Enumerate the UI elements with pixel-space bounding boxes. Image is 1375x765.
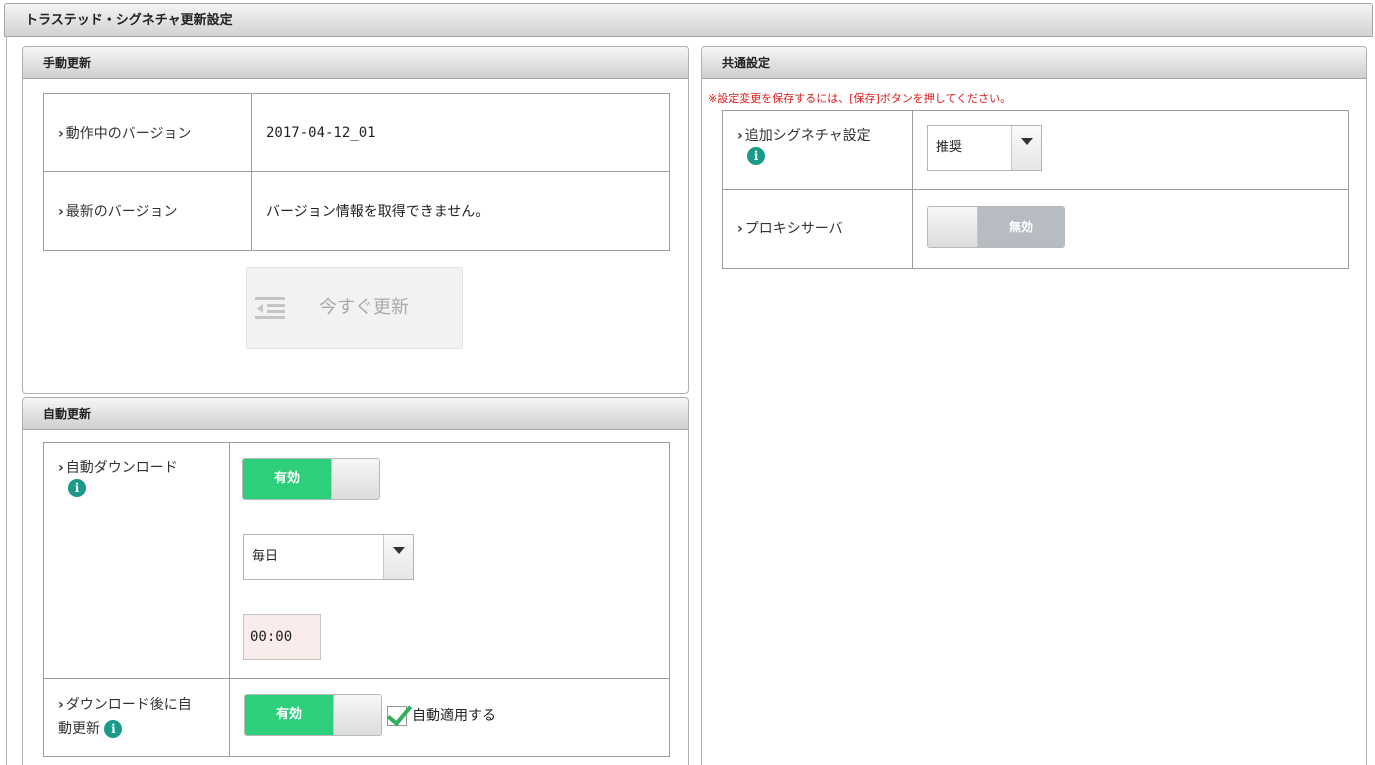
info-icon[interactable]: i xyxy=(747,147,765,165)
window-title: トラステッド・シグネチャ更新設定 xyxy=(25,13,233,28)
additional-signature-label: 追加シグネチャ設定 xyxy=(744,128,871,144)
auto-download-toggle-on-label: 有効 xyxy=(243,459,331,499)
table-row: › 最新のバージョン バージョン情報を取得できません。 xyxy=(43,171,670,251)
list-indent-icon xyxy=(255,297,285,319)
auto-apply-label-cell: › ダウンロード後に自 動更新 i xyxy=(43,678,230,757)
latest-version-value-cell: バージョン情報を取得できません。 xyxy=(251,171,670,251)
proxy-label-cell: › プロキシサーバ xyxy=(722,189,913,269)
auto-download-label-cell: › 自動ダウンロード i xyxy=(43,442,230,679)
save-note: ※設定変更を保存するには、[保存]ボタンを押してください。 xyxy=(708,92,1012,105)
window-title-bar: トラステッド・シグネチャ更新設定 xyxy=(4,3,1373,37)
chevron-right-icon: › xyxy=(737,128,743,144)
version-table: › 動作中のバージョン 2017-04-12_01 › 最新のバージョン バージョン… xyxy=(43,93,670,251)
toggle-knob xyxy=(928,207,978,247)
chevron-right-icon: › xyxy=(737,221,743,237)
proxy-toggle[interactable]: 無効 xyxy=(927,206,1065,248)
frequency-select[interactable]: 毎日 xyxy=(243,534,414,580)
signature-level-select[interactable]: 推奨 xyxy=(927,125,1042,171)
latest-version-label: 最新のバージョン xyxy=(65,204,178,220)
update-now-button[interactable]: 今すぐ更新 xyxy=(246,267,463,349)
chevron-down-icon xyxy=(1011,126,1041,170)
info-icon[interactable]: i xyxy=(104,720,123,738)
frequency-select-value: 毎日 xyxy=(252,549,279,564)
signature-level-value: 推奨 xyxy=(936,140,963,155)
latest-version-label-cell: › 最新のバージョン xyxy=(43,171,252,251)
chevron-right-icon: › xyxy=(58,204,64,220)
manual-update-header: 手動更新 xyxy=(23,47,688,79)
proxy-label: プロキシサーバ xyxy=(744,221,843,237)
additional-signature-label-cell: › 追加シグネチャ設定 i xyxy=(722,110,913,190)
chevron-right-icon: › xyxy=(58,460,64,476)
chevron-right-icon: › xyxy=(58,697,64,713)
running-version-value: 2017-04-12_01 xyxy=(266,124,376,141)
auto-apply-label-line1: ダウンロード後に自 xyxy=(65,697,192,713)
proxy-toggle-off-label: 無効 xyxy=(978,207,1064,247)
auto-apply-label-line2: 動更新 xyxy=(58,721,100,737)
update-now-label: 今すぐ更新 xyxy=(319,297,409,318)
info-icon[interactable]: i xyxy=(68,479,86,497)
running-version-label-cell: › 動作中のバージョン xyxy=(43,93,252,172)
auto-apply-checkbox-label[interactable]: 自動適用する xyxy=(412,705,496,725)
latest-version-value: バージョン情報を取得できません。 xyxy=(266,204,490,220)
auto-update-header: 自動更新 xyxy=(23,398,688,430)
auto-apply-toggle[interactable]: 有効 xyxy=(244,694,382,736)
toggle-knob xyxy=(331,459,379,499)
auto-download-label: 自動ダウンロード xyxy=(65,460,178,476)
auto-apply-toggle-on-label: 有効 xyxy=(245,695,333,735)
toggle-knob xyxy=(333,695,381,735)
auto-apply-checkbox[interactable] xyxy=(387,706,407,726)
table-row: › 動作中のバージョン 2017-04-12_01 xyxy=(43,93,670,172)
running-version-value-cell: 2017-04-12_01 xyxy=(251,93,670,172)
common-settings-header: 共通設定 xyxy=(702,47,1366,79)
auto-download-toggle[interactable]: 有効 xyxy=(242,458,380,500)
chevron-down-icon xyxy=(383,535,413,579)
chevron-right-icon: › xyxy=(58,125,64,142)
download-time-input[interactable]: 00:00 xyxy=(243,614,321,660)
running-version-label: 動作中のバージョン xyxy=(65,125,192,142)
